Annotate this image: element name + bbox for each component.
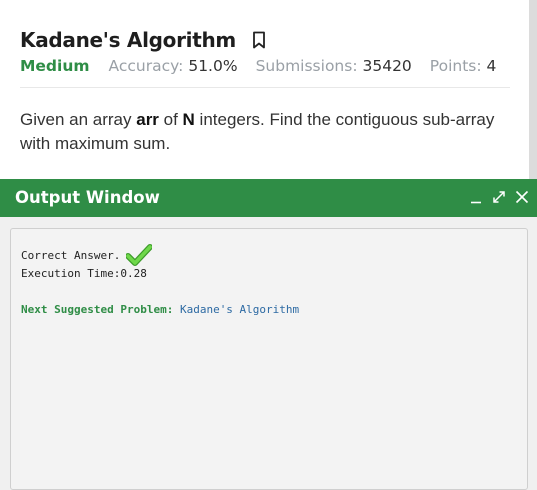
submissions-value: 35420	[362, 57, 412, 75]
scrollbar[interactable]	[529, 0, 537, 179]
submissions-label: Submissions:	[255, 57, 358, 75]
problem-meta: Medium Accuracy: 51.0% Submissions: 3542…	[20, 57, 496, 75]
correct-answer-text: Correct Answer.	[21, 248, 121, 262]
expand-icon[interactable]	[491, 188, 507, 206]
accuracy-value: 51.0%	[188, 57, 238, 75]
minimize-icon[interactable]	[468, 188, 484, 206]
next-suggested-line: Next Suggested Problem: Kadane's Algorit…	[21, 303, 299, 316]
title-row: Kadane's Algorithm	[20, 28, 268, 52]
arr-keyword: arr	[136, 110, 159, 129]
close-icon[interactable]	[514, 188, 530, 206]
points-value: 4	[486, 57, 497, 75]
window-controls	[468, 188, 530, 206]
result-line: Correct Answer.	[21, 244, 153, 266]
problem-description: Given an array arr of N integers. Find t…	[20, 110, 495, 153]
output-window-title: Output Window	[15, 188, 160, 207]
check-icon	[126, 244, 153, 266]
next-suggested-link[interactable]: Kadane's Algorithm	[180, 303, 299, 316]
output-console: Correct Answer. Execution Time:0.28 Next…	[10, 228, 528, 490]
next-suggested-label: Next Suggested Problem:	[21, 303, 174, 316]
n-keyword: N	[182, 110, 195, 129]
difficulty-badge: Medium	[20, 57, 90, 75]
execution-time: Execution Time:0.28	[21, 267, 147, 280]
divider	[20, 87, 510, 88]
output-window-header: Output Window	[0, 179, 537, 217]
bookmark-icon[interactable]	[252, 30, 268, 50]
problem-title: Kadane's Algorithm	[20, 28, 236, 52]
points-label: Points:	[429, 57, 482, 75]
problem-panel: Kadane's Algorithm Medium Accuracy: 51.0…	[0, 0, 529, 179]
accuracy-label: Accuracy:	[108, 57, 184, 75]
